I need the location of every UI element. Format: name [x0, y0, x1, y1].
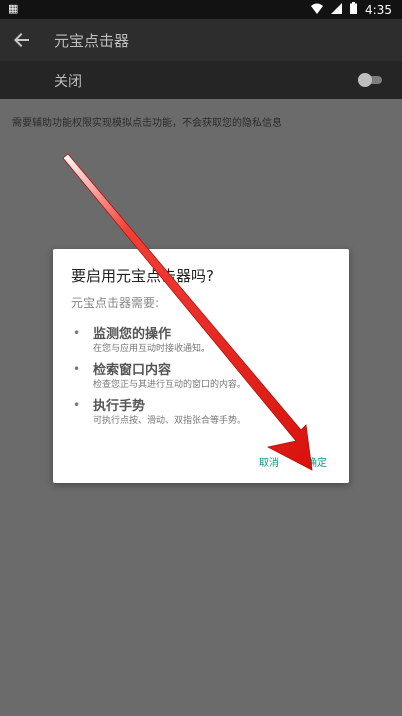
permission-desc: 可执行点按、滑动、双指张合等手势。	[93, 416, 247, 426]
bullet-icon: •	[73, 398, 81, 412]
dialog-subtitle: 元宝点击器需要:	[71, 296, 160, 310]
dialog-title: 要启用元宝点击器吗?	[71, 267, 214, 285]
master-switch-row[interactable]: 关闭	[0, 61, 402, 99]
bullet-icon: •	[73, 326, 81, 340]
status-bar: ▦ 4:35	[0, 0, 402, 19]
toolbar: 元宝点击器	[0, 19, 402, 61]
bullet-icon: •	[73, 362, 81, 376]
permission-title: 执行手势	[93, 399, 146, 414]
cancel-button[interactable]: 取消	[259, 454, 279, 469]
image-icon: ▦	[8, 2, 19, 15]
permission-desc: 检查您正与其进行互动的窗口的内容。	[93, 380, 247, 390]
ok-button[interactable]: 确定	[307, 454, 327, 469]
battery-icon	[350, 2, 358, 17]
toggle-thumb	[358, 73, 372, 87]
permission-title: 检索窗口内容	[93, 363, 172, 378]
switch-label: 关闭	[54, 74, 82, 90]
permission-title: 监测您的操作	[93, 327, 172, 342]
status-time: 4:35	[365, 2, 392, 17]
back-arrow-icon[interactable]	[10, 28, 34, 52]
status-icons: 4:35	[311, 2, 392, 17]
page-title: 元宝点击器	[54, 32, 130, 50]
service-description: 需要辅助功能权限实现模拟点击功能，不会获取您的隐私信息	[12, 118, 282, 129]
enable-service-dialog: 要启用元宝点击器吗? 元宝点击器需要: • 监测您的操作 在您与应用互动时接收通…	[53, 249, 349, 483]
permission-desc: 在您与应用互动时接收通知。	[93, 344, 211, 354]
enable-toggle[interactable]	[358, 73, 384, 87]
signal-icon	[331, 2, 343, 17]
wifi-icon	[311, 3, 324, 17]
